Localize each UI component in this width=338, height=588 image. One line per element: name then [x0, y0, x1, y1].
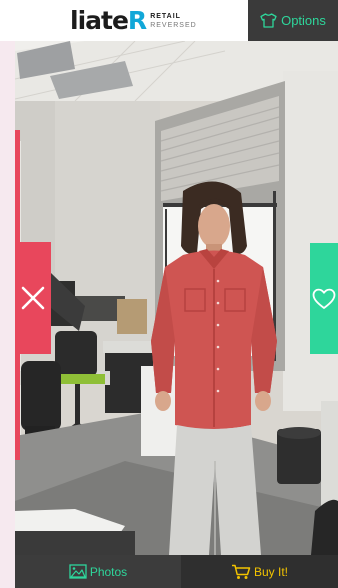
image-icon [69, 564, 87, 579]
camera-preview [15, 41, 338, 555]
bottom-bar: Photos Buy It! [15, 555, 338, 588]
logo-wordmark: liateR [70, 6, 147, 35]
logo-wordmark-dark: liate [70, 6, 129, 35]
app-logo: liateR RETAIL REVERSED [70, 7, 197, 35]
shirt-icon [260, 13, 277, 28]
cart-icon [231, 564, 251, 580]
heart-icon [312, 288, 336, 310]
like-button[interactable] [310, 243, 338, 354]
logo-wordmark-accent: R [127, 6, 147, 35]
buy-label: Buy It! [253, 564, 288, 579]
app-screen: liateR RETAIL REVERSED Options Photos Bu… [0, 0, 338, 588]
office-scene-image [15, 41, 338, 555]
logo-tagline: RETAIL REVERSED [150, 12, 197, 30]
photos-button[interactable]: Photos [15, 555, 181, 588]
photos-label: Photos [89, 564, 128, 579]
dislike-button[interactable] [15, 242, 51, 354]
left-margin [0, 41, 15, 555]
options-label: Options [281, 13, 326, 28]
logo-tagline-bottom: REVERSED [150, 22, 197, 29]
buy-button[interactable]: Buy It! [181, 555, 338, 588]
top-bar: liateR RETAIL REVERSED Options [0, 0, 338, 41]
options-button[interactable]: Options [248, 0, 338, 41]
close-icon [20, 285, 46, 311]
logo-tagline-top: RETAIL [150, 13, 181, 20]
